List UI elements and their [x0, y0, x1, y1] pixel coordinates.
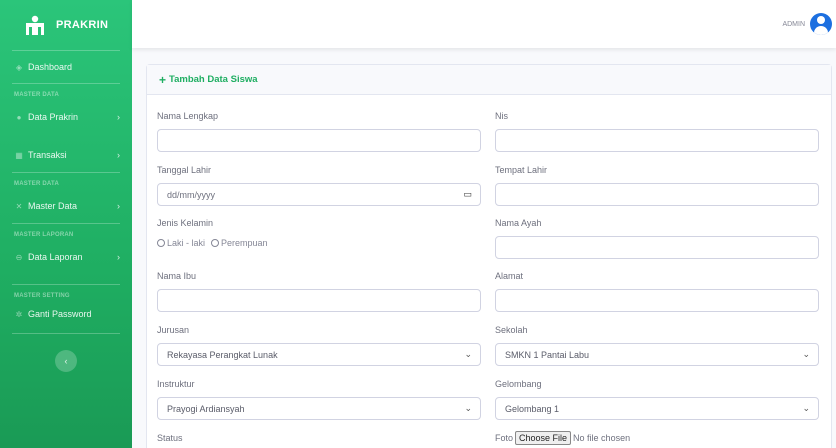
gelombang-select[interactable]: Gelombang 1 ⌄	[495, 397, 819, 420]
sidebar-item-data-laporan[interactable]: ⊖ Data Laporan ›	[0, 240, 132, 274]
sidebar-item-label: Dashboard	[28, 62, 73, 72]
jurusan-select[interactable]: Rekayasa Perangkat Lunak ⌄	[157, 343, 481, 366]
sidebar-heading: MASTER DATA	[14, 181, 59, 187]
tempat-lahir-field[interactable]	[495, 183, 819, 206]
sekolah-label: Sekolah	[495, 325, 528, 335]
select-value: SMKN 1 Pantai Labu	[505, 349, 590, 360]
sidebar-item-transaksi[interactable]: ▦ Transaksi ›	[0, 138, 132, 172]
select-value: Rekayasa Perangkat Lunak	[167, 349, 278, 360]
tanggal-lahir-label: Tanggal Lahir	[157, 165, 212, 175]
sidebar-item-label: Transaksi	[28, 150, 67, 160]
users-icon: ●	[16, 112, 22, 122]
select-value: Prayogi Ardiansyah	[167, 403, 245, 414]
alamat-label: Alamat	[495, 271, 524, 281]
chevron-right-icon: ›	[117, 201, 120, 211]
instruktur-select[interactable]: Prayogi Ardiansyah ⌄	[157, 397, 481, 420]
radio-label: Laki - laki	[167, 238, 206, 248]
radio-label: Perempuan	[221, 238, 268, 248]
nama-lengkap-label: Nama Lengkap	[157, 111, 219, 121]
foto-label: Foto	[495, 433, 514, 443]
sidebar-item-master-data[interactable]: ✕ Master Data ›	[0, 189, 132, 223]
chevron-down-icon: ⌄	[802, 403, 810, 413]
sidebar-item-data-prakrin[interactable]: ● Data Prakrin ›	[0, 100, 132, 134]
user-name: ADMIN	[782, 20, 805, 28]
status-label: Status	[157, 433, 183, 443]
radio-laki-laki[interactable]: Laki - laki	[157, 238, 205, 248]
sekolah-select[interactable]: SMKN 1 Pantai Labu ⌄	[495, 343, 819, 366]
user-menu[interactable]: ADMIN	[782, 13, 832, 35]
choose-file-button[interactable]: Choose File	[515, 431, 572, 445]
nama-lengkap-field[interactable]	[157, 129, 481, 152]
calendar-icon[interactable]: ▭	[463, 189, 472, 200]
chevron-right-icon: ›	[117, 112, 120, 122]
sidebar-heading: MASTER DATA	[14, 92, 59, 98]
date-placeholder: dd/mm/yyyy	[167, 189, 216, 200]
alamat-field[interactable]	[495, 289, 819, 312]
form-card: + Tambah Data Siswa Nama Lengkap Nis Tan…	[146, 64, 832, 448]
chevron-down-icon: ⌄	[802, 349, 810, 359]
chevron-right-icon: ›	[117, 150, 120, 160]
sidebar: PRAKRIN ◈ Dashboard MASTER DATA ● Data P…	[0, 0, 132, 448]
gelombang-label: Gelombang	[495, 379, 542, 389]
sidebar-heading: MASTER LAPORAN	[14, 232, 74, 238]
divider	[12, 333, 120, 334]
jenis-kelamin-label: Jenis Kelamin	[157, 218, 214, 228]
nis-field[interactable]	[495, 129, 819, 152]
database-icon: ⊖	[15, 252, 23, 262]
gear-icon: ✲	[15, 309, 23, 319]
nis-label: Nis	[495, 111, 508, 121]
brand[interactable]: PRAKRIN	[0, 0, 132, 50]
sidebar-toggle-button[interactable]: ‹	[55, 350, 77, 372]
plus-icon: +	[159, 72, 167, 87]
sidebar-item-label: Data Prakrin	[28, 112, 79, 122]
nama-ayah-field[interactable]	[495, 236, 819, 259]
chevron-left-icon: ‹	[64, 356, 68, 366]
topbar: ADMIN	[132, 0, 836, 48]
instruktur-label: Instruktur	[157, 379, 195, 389]
tanggal-lahir-field[interactable]: dd/mm/yyyy ▭	[157, 183, 481, 206]
chevron-down-icon: ⌄	[464, 349, 472, 359]
chevron-down-icon: ⌄	[464, 403, 472, 413]
sidebar-item-ganti-password[interactable]: ✲ Ganti Password	[0, 301, 132, 327]
table-icon: ▦	[15, 150, 23, 160]
card-header: + Tambah Data Siswa	[147, 65, 831, 95]
foto-file-input: Foto Choose File No file chosen	[495, 431, 630, 445]
radio-perempuan[interactable]: Perempuan	[211, 238, 268, 248]
page-title: Tambah Data Siswa	[169, 74, 258, 85]
nama-ibu-label: Nama Ibu	[157, 271, 197, 281]
logo-icon	[24, 14, 46, 36]
brand-name: PRAKRIN	[56, 19, 109, 31]
tempat-lahir-label: Tempat Lahir	[495, 165, 548, 175]
select-value: Gelombang 1	[505, 403, 560, 414]
nama-ibu-field[interactable]	[157, 289, 481, 312]
jurusan-label: Jurusan	[157, 325, 190, 335]
sidebar-item-label: Master Data	[28, 201, 78, 211]
chevron-right-icon: ›	[117, 252, 120, 262]
dashboard-icon: ◈	[15, 62, 23, 72]
avatar-icon	[810, 13, 832, 35]
nama-ayah-label: Nama Ayah	[495, 218, 542, 228]
radio-circle-icon	[211, 239, 220, 247]
radio-circle-icon	[157, 239, 165, 247]
sidebar-item-label: Data Laporan	[28, 252, 83, 262]
sidebar-item-label: Ganti Password	[28, 309, 92, 319]
sidebar-item-dashboard[interactable]: ◈ Dashboard	[0, 51, 132, 83]
sidebar-heading: MASTER SETTING	[14, 293, 70, 299]
file-status: No file chosen	[573, 433, 631, 443]
shuffle-icon: ✕	[15, 201, 23, 211]
gender-radio-group: Laki - laki Perempuan	[157, 238, 268, 248]
